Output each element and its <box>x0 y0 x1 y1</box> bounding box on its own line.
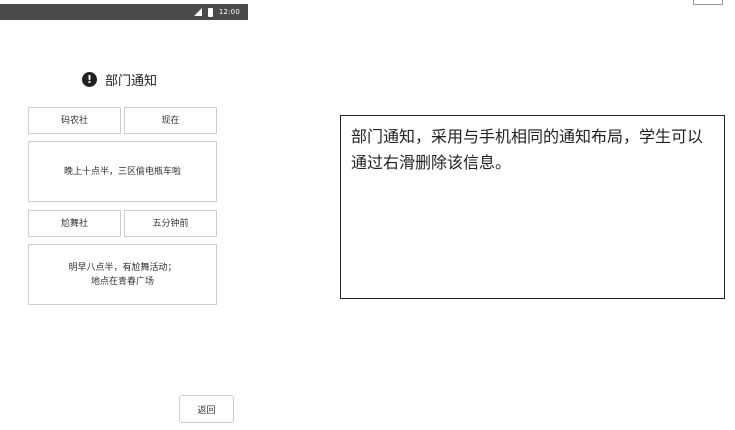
signal-icon <box>193 8 202 16</box>
message-line: 地点在青春广场 <box>90 276 154 287</box>
notification-time[interactable]: 现在 <box>124 107 217 134</box>
back-button[interactable]: 返回 <box>179 395 234 423</box>
notification-message[interactable]: 晚上十点半，三区偷电瓶车啦 <box>28 141 217 202</box>
message-line: 明早八点半，有尬舞活动； <box>68 262 177 273</box>
annotation-text: 部门通知，采用与手机相同的通知布局，学生可以通过右滑删除该信息。 <box>351 127 704 172</box>
page-title: 部门通知 <box>105 73 158 89</box>
battery-icon <box>207 7 213 17</box>
status-time: 12:00 <box>218 8 240 16</box>
annotation-box: 部门通知，采用与手机相同的通知布局，学生可以通过右滑删除该信息。 <box>340 115 725 299</box>
notification-sender[interactable]: 尬舞社 <box>28 210 121 237</box>
corner-frame <box>693 0 723 5</box>
message-line: 晚上十点半，三区偷电瓶车啦 <box>63 166 181 177</box>
page-header: ! 部门通知 <box>82 70 158 89</box>
notification-message[interactable]: 明早八点半，有尬舞活动； 地点在青春广场 <box>28 244 217 305</box>
status-bar: 12:00 <box>0 4 248 20</box>
notification-sender[interactable]: 码农社 <box>28 107 121 134</box>
notification-time[interactable]: 五分钟前 <box>124 210 217 237</box>
alert-icon: ! <box>82 71 97 87</box>
